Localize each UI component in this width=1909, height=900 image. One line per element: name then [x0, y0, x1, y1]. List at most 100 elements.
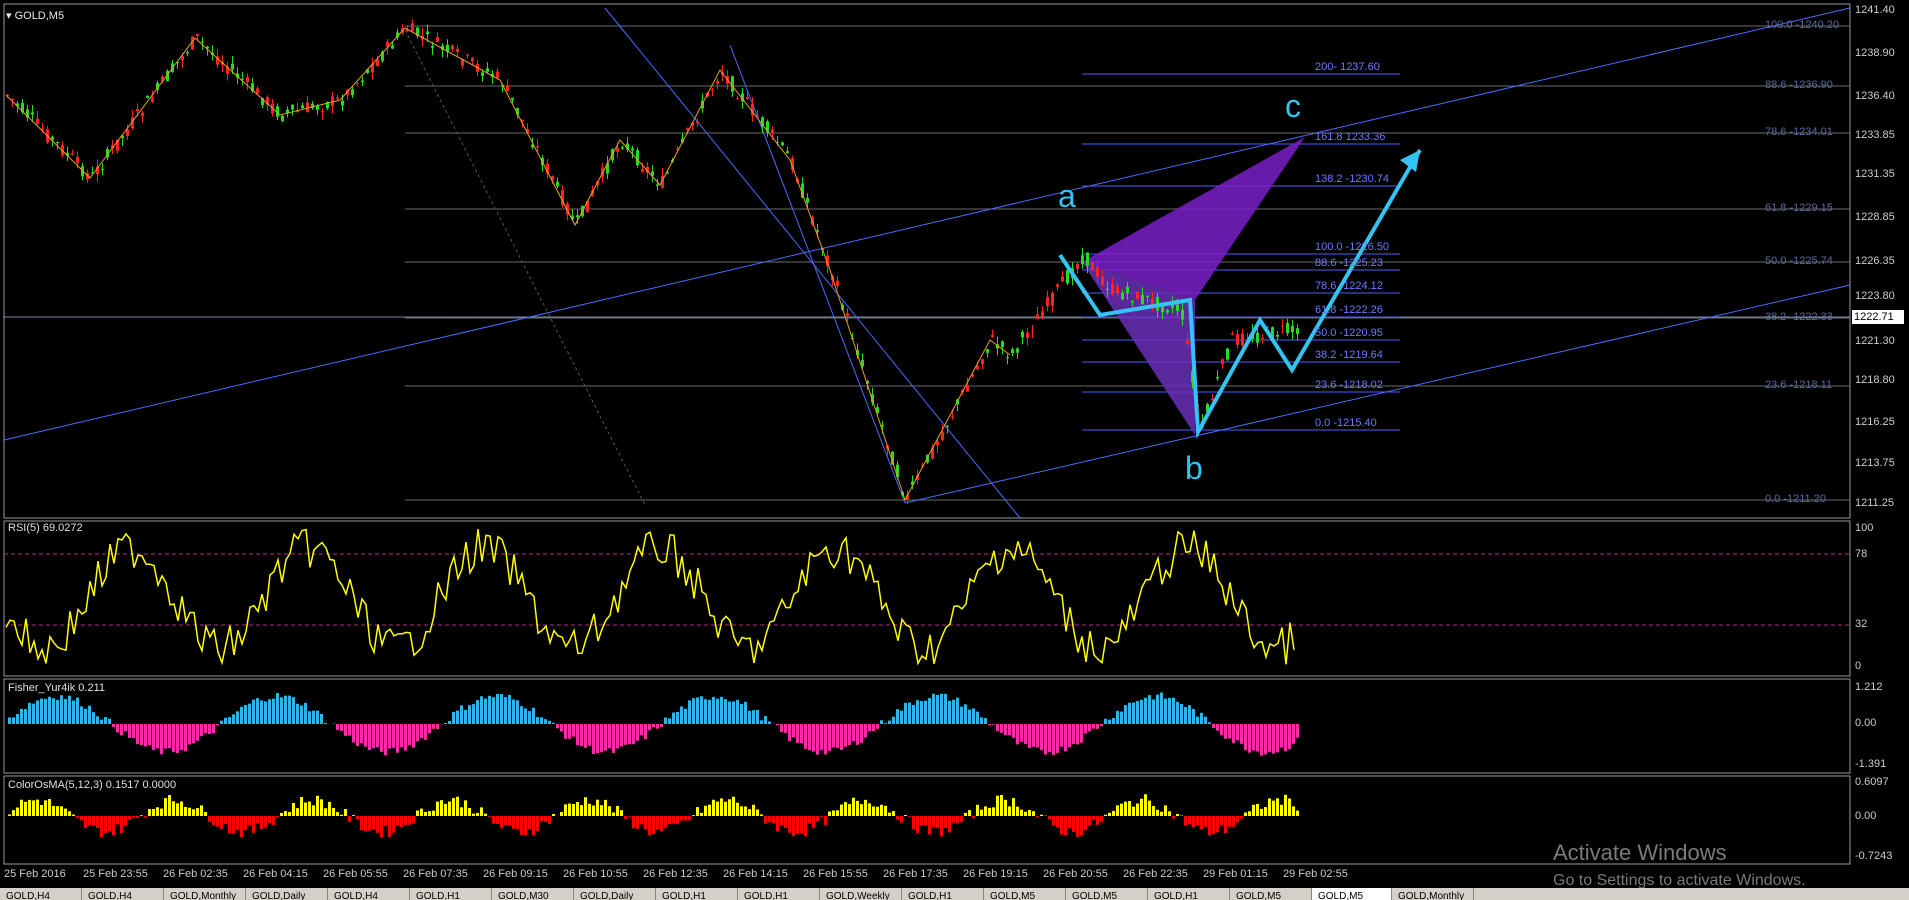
fisher-bar: [620, 724, 623, 747]
osma-bar: [1004, 799, 1007, 816]
osma-bar: [1232, 816, 1235, 827]
chart-tab[interactable]: GOLD,H1: [656, 888, 738, 900]
fisher-bar: [740, 703, 743, 724]
osma-bar: [488, 816, 491, 817]
candle-body: [1261, 338, 1264, 340]
chart-tab[interactable]: GOLD,H4: [328, 888, 410, 900]
fisher-bar: [1108, 719, 1111, 724]
fisher-bar: [384, 724, 387, 756]
fisher-bar: [308, 711, 311, 724]
fisher-bar: [1216, 724, 1219, 731]
fisher-bar: [784, 724, 787, 733]
osma-bar: [412, 816, 415, 824]
chart-tab[interactable]: GOLD,Monthly: [1392, 888, 1474, 900]
chart-tab[interactable]: GOLD,Daily: [574, 888, 656, 900]
fisher-bar: [1252, 724, 1255, 751]
rsi-axis-label: 100: [1855, 522, 1874, 534]
candle-body: [1186, 340, 1189, 345]
fisher-bar: [604, 724, 607, 751]
fisher-bar: [1284, 724, 1287, 752]
osma-bar: [376, 816, 379, 833]
osma-bar: [340, 814, 343, 816]
candle-body: [451, 45, 454, 50]
fisher-bar: [184, 724, 187, 752]
osma-bar: [20, 799, 23, 816]
fisher-bar: [1268, 724, 1271, 752]
candle-body: [1096, 267, 1099, 277]
candle-body: [1181, 309, 1184, 320]
fisher-bar: [224, 717, 227, 724]
osma-bar: [564, 804, 567, 816]
candle-body: [1176, 304, 1179, 311]
fisher-bar: [688, 700, 691, 724]
chart-tab[interactable]: GOLD,M5: [1230, 888, 1312, 900]
fisher-bar: [696, 697, 699, 724]
osma-bar: [424, 811, 427, 816]
chart-tab[interactable]: GOLD,M5: [1312, 888, 1392, 900]
fisher-bar: [28, 702, 31, 724]
fisher-bar: [536, 717, 539, 724]
candle-body: [1036, 314, 1039, 320]
fisher-bar: [636, 724, 639, 741]
fisher-bar: [1160, 692, 1163, 724]
fib-right-label: 38.2 -1222.33: [1765, 311, 1833, 323]
fisher-bar: [96, 716, 99, 724]
chart-tab[interactable]: GOLD,H1: [1148, 888, 1230, 900]
chart-tab[interactable]: GOLD,Monthly: [164, 888, 246, 900]
zigzag-line: [5, 27, 1011, 502]
osma-bar: [704, 805, 707, 816]
candle-body: [1216, 376, 1219, 379]
osma-bar: [1072, 816, 1075, 832]
osma-bar: [444, 803, 447, 816]
osma-bar: [108, 816, 111, 832]
osma-bar: [440, 800, 443, 816]
fisher-bar: [520, 706, 523, 724]
fisher-bar: [1212, 724, 1215, 729]
fisher-bar: [664, 717, 667, 724]
candle-body: [151, 97, 154, 102]
osma-bar: [864, 799, 867, 816]
fisher-bar: [776, 724, 779, 726]
fisher-bar: [792, 724, 795, 738]
osma-bar: [1280, 804, 1283, 816]
candle-body: [391, 45, 394, 49]
chart-tab[interactable]: GOLD,H1: [902, 888, 984, 900]
osma-bar: [736, 802, 739, 816]
fisher-bar: [592, 724, 595, 754]
chart-tab[interactable]: GOLD,M5: [984, 888, 1066, 900]
osma-bar: [300, 797, 303, 816]
fisher-bar: [864, 724, 867, 738]
osma-bar: [148, 809, 151, 816]
chart-tab[interactable]: GOLD,H1: [738, 888, 820, 900]
candle-body: [621, 147, 624, 149]
candle-body: [1066, 269, 1069, 284]
osma-bar: [164, 798, 167, 816]
osma-bar: [192, 809, 195, 816]
chart-tab[interactable]: GOLD,Daily: [246, 888, 328, 900]
osma-bar: [1260, 808, 1263, 816]
fisher-bar: [608, 724, 611, 749]
time-axis-label: 26 Feb 20:55: [1043, 868, 1108, 880]
chart-tab[interactable]: GOLD,Weekly: [820, 888, 902, 900]
chart-tab[interactable]: GOLD,H4: [0, 888, 82, 900]
chart-tab[interactable]: GOLD,M30: [492, 888, 574, 900]
osma-bar: [688, 816, 691, 821]
osma-bar: [812, 816, 815, 829]
candle-body: [781, 142, 784, 146]
chart-tab[interactable]: GOLD,M5: [1066, 888, 1148, 900]
chart-tab[interactable]: GOLD,H4: [82, 888, 164, 900]
chart-tab[interactable]: GOLD,H1: [410, 888, 492, 900]
osma-bar: [404, 816, 407, 825]
osma-bar: [428, 811, 431, 816]
fisher-bar: [140, 724, 143, 746]
fisher-bar: [512, 699, 515, 724]
chart-canvas[interactable]: [0, 0, 1909, 900]
candle-body: [291, 104, 294, 110]
osma-bar: [464, 800, 467, 816]
osma-bar: [304, 802, 307, 816]
osma-bar: [296, 808, 299, 816]
fisher-bar: [648, 724, 651, 731]
osma-bar: [792, 816, 795, 837]
osma-bar: [512, 816, 515, 829]
fisher-bar: [1204, 716, 1207, 724]
